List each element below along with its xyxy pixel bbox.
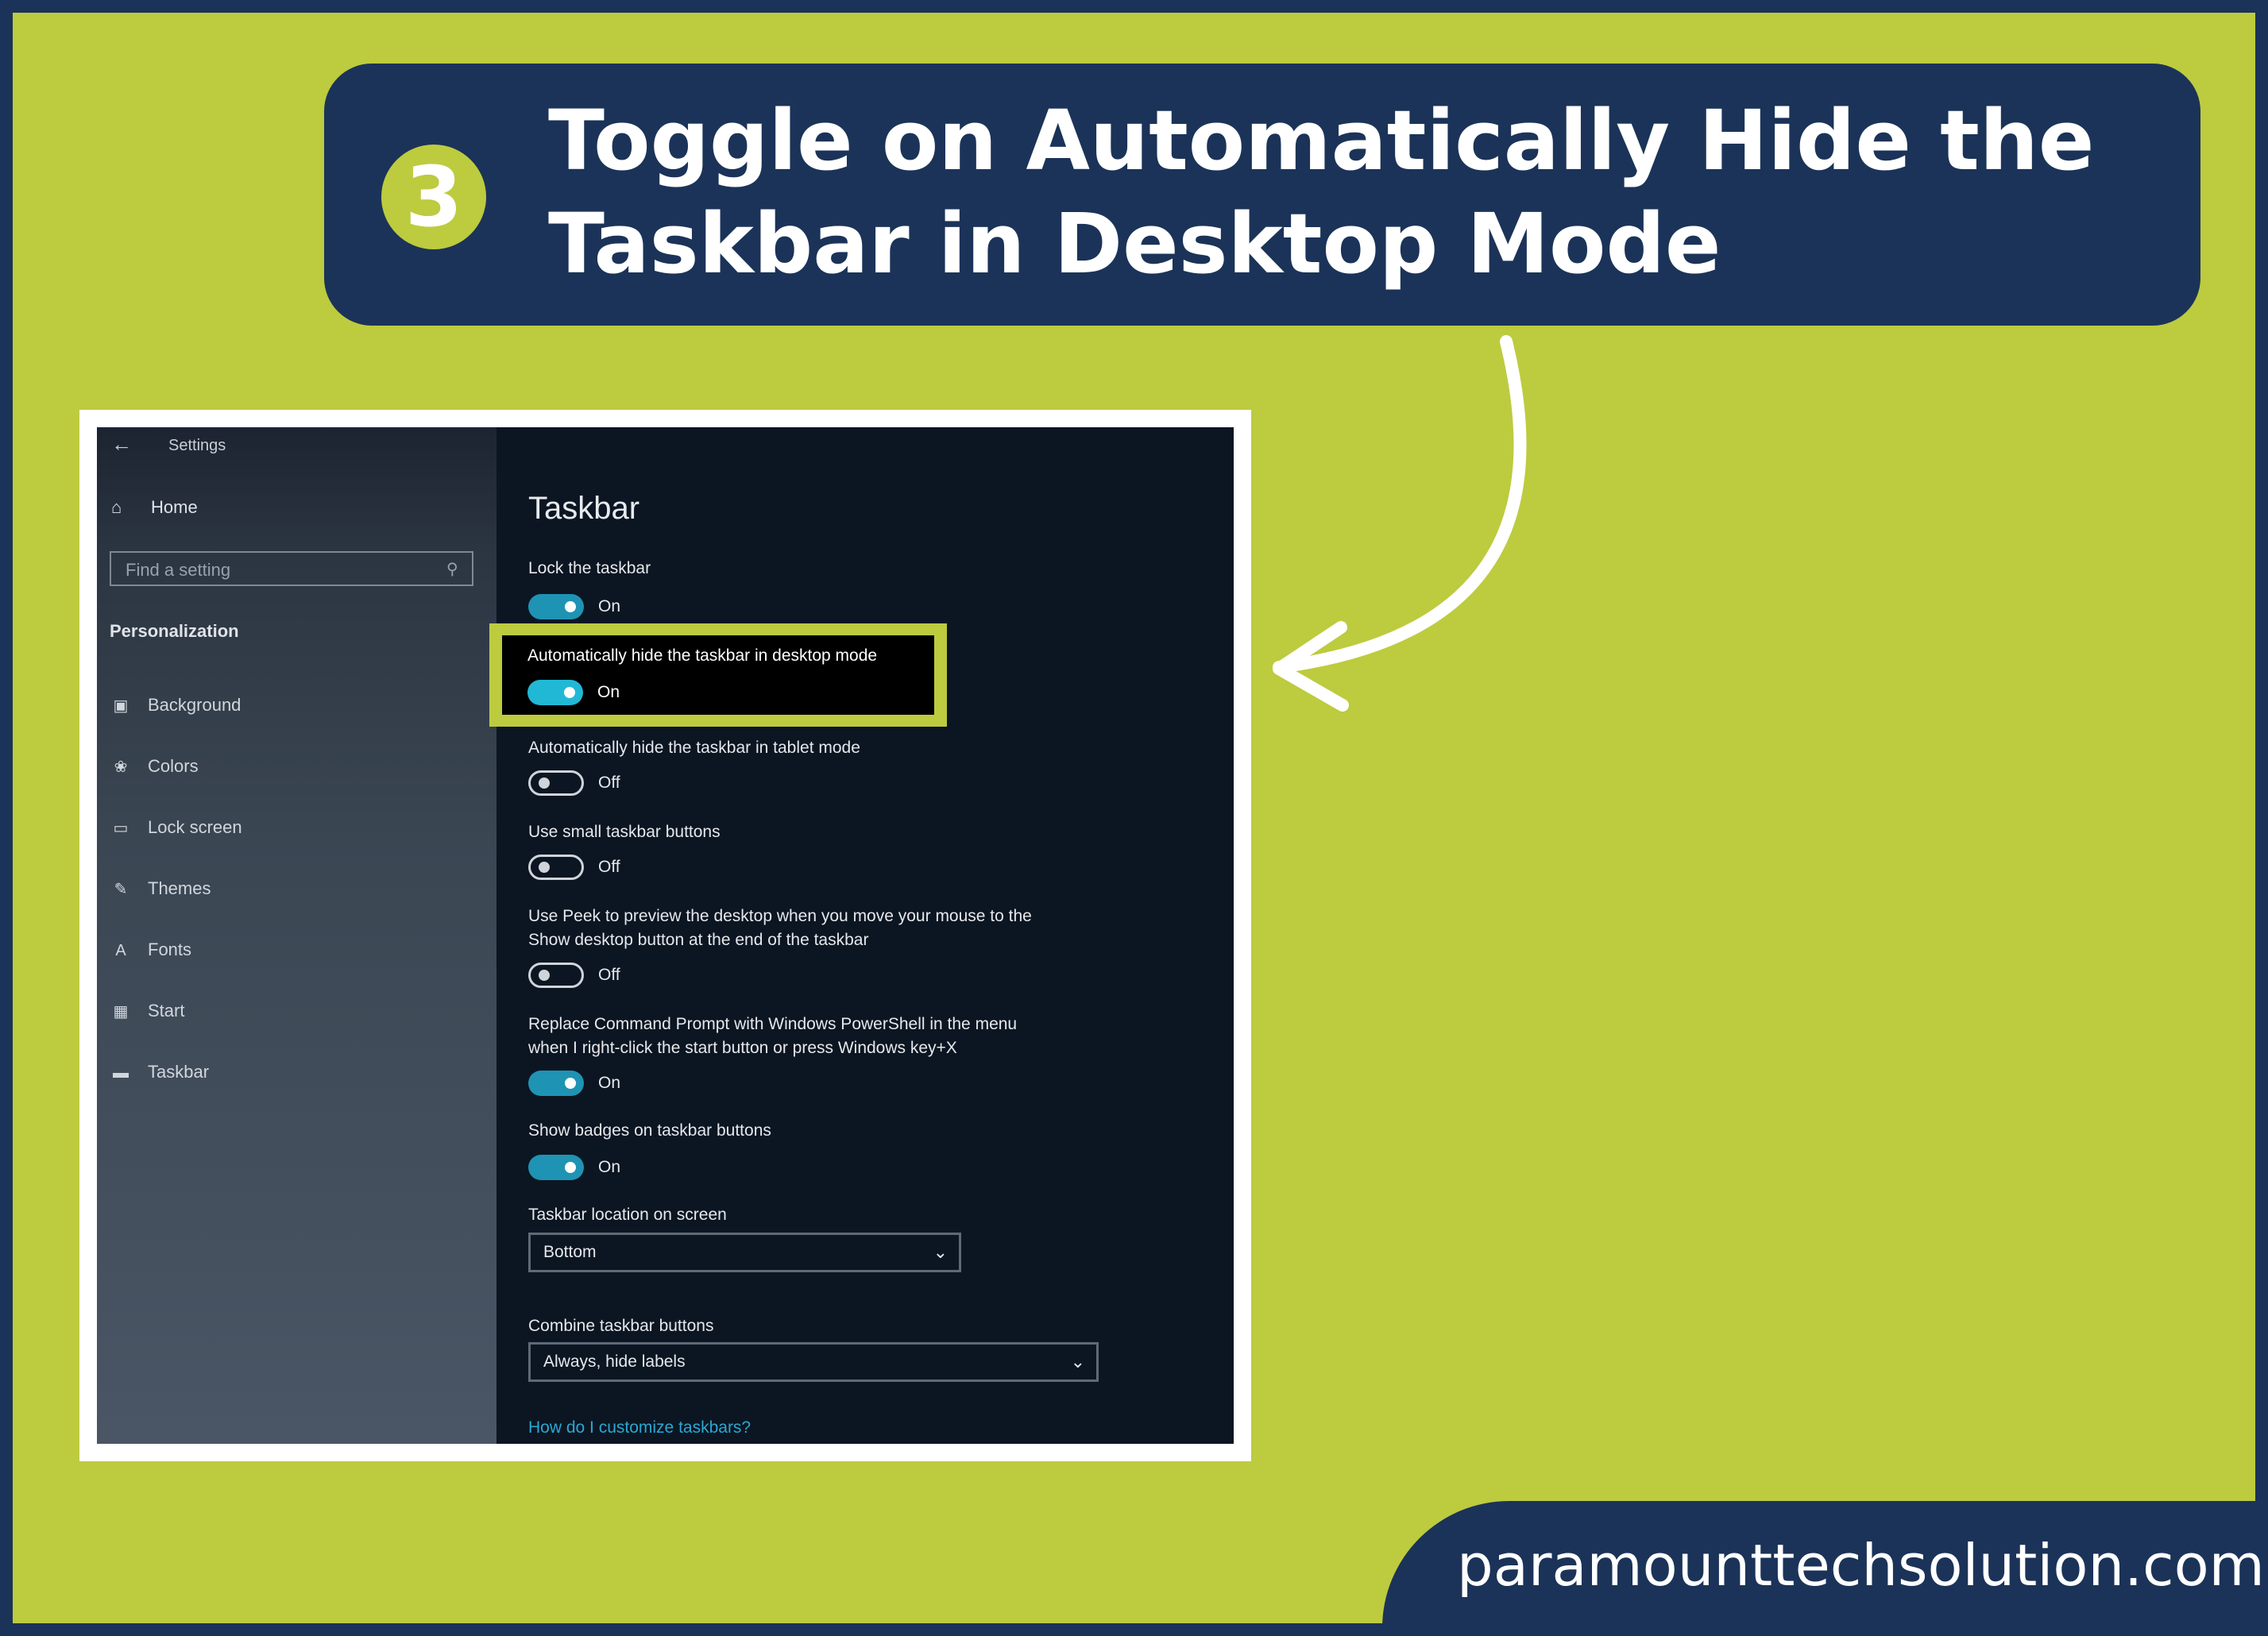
- dropdown-label: Combine taskbar buttons: [528, 1317, 714, 1335]
- start-icon: ▦: [113, 1003, 129, 1021]
- fonts-icon: A: [115, 942, 126, 959]
- option-label: Use Peek to preview the desktop when you…: [528, 907, 1032, 925]
- taskbar-icon: ▬: [113, 1064, 129, 1082]
- option-label: Show badges on taskbar buttons: [528, 1121, 771, 1140]
- toggle-knob: [565, 1162, 576, 1173]
- dropdown-value: Always, hide labels: [543, 1352, 686, 1371]
- sidebar-item-home[interactable]: ⌂ Home: [111, 497, 198, 518]
- toggle-state: On: [598, 1074, 621, 1092]
- powershell-toggle[interactable]: [528, 1071, 584, 1096]
- toggle-knob: [539, 862, 550, 873]
- badges-toggle[interactable]: [528, 1155, 584, 1180]
- toggle-state: Off: [598, 858, 620, 876]
- settings-page-title: Taskbar: [528, 491, 640, 526]
- sidebar-item-taskbar[interactable]: ▬ Taskbar: [110, 1056, 209, 1088]
- sidebar-item-start[interactable]: ▦ Start: [110, 995, 185, 1027]
- brush-icon: ✎: [114, 881, 128, 898]
- chevron-down-icon: ⌄: [933, 1242, 948, 1262]
- sidebar-item-label: Start: [148, 1001, 185, 1021]
- site-url: paramounttechsolution.com: [1457, 1532, 2265, 1599]
- step-number-badge: 3: [381, 145, 486, 249]
- taskbar-location-dropdown[interactable]: Bottom ⌄: [528, 1233, 961, 1272]
- search-icon[interactable]: ⚲: [446, 559, 458, 579]
- sidebar-item-label: Fonts: [148, 940, 192, 959]
- option-label: Automatically hide the taskbar in tablet…: [528, 739, 860, 757]
- home-label: Home: [151, 497, 198, 517]
- sidebar-item-themes[interactable]: ✎ Themes: [110, 873, 211, 905]
- picture-icon: ▣: [113, 697, 129, 715]
- sidebar-item-label: Taskbar: [148, 1062, 210, 1082]
- dropdown-value: Bottom: [543, 1243, 597, 1261]
- toggle-state: On: [597, 683, 620, 701]
- settings-content: Taskbar Lock the taskbar On Automaticall…: [496, 427, 1234, 1444]
- option-label: Use small taskbar buttons: [528, 823, 721, 841]
- sidebar-item-colors[interactable]: ❀ Colors: [110, 750, 199, 782]
- option-label-line2: Show desktop button at the end of the ta…: [528, 931, 869, 949]
- combine-buttons-dropdown[interactable]: Always, hide labels ⌄: [528, 1342, 1099, 1382]
- toggle-state: Off: [598, 966, 620, 984]
- toggle-state: Off: [598, 774, 620, 792]
- toggle-knob: [565, 601, 576, 612]
- sidebar-item-label: Themes: [148, 878, 211, 898]
- back-arrow-icon[interactable]: ←: [111, 432, 132, 457]
- dropdown-label: Taskbar location on screen: [528, 1206, 727, 1224]
- option-label-line2: when I right-click the start button or p…: [528, 1039, 957, 1057]
- search-input[interactable]: Find a setting: [110, 551, 473, 586]
- chevron-down-icon: ⌄: [1070, 1352, 1085, 1372]
- sidebar-item-label: Colors: [148, 756, 199, 776]
- option-label: Replace Command Prompt with Windows Powe…: [528, 1015, 1018, 1033]
- curved-arrow-icon: [1273, 335, 1527, 712]
- lock-screen-icon: ▭: [113, 820, 129, 837]
- highlighted-option: Automatically hide the taskbar in deskto…: [502, 635, 934, 715]
- small-buttons-toggle[interactable]: [528, 855, 584, 880]
- help-link[interactable]: How do I customize taskbars?: [528, 1418, 751, 1437]
- toggle-state: On: [598, 1158, 621, 1176]
- sidebar-item-background[interactable]: ▣ Background: [110, 689, 241, 721]
- settings-window: ← Settings ⌂ Home Find a setting ⚲ Person…: [97, 427, 1234, 1444]
- hide-desktop-toggle[interactable]: [527, 680, 583, 705]
- sidebar-item-label: Background: [148, 695, 241, 715]
- section-heading: Personalization: [110, 621, 239, 641]
- sidebar-item-label: Lock screen: [148, 817, 242, 837]
- window-title: Settings: [168, 437, 226, 454]
- hide-tablet-toggle[interactable]: [528, 770, 584, 796]
- page-title: Toggle on Automatically Hide the Taskbar…: [548, 92, 2095, 292]
- toggle-knob: [539, 970, 550, 981]
- settings-sidebar: ← Settings ⌂ Home Find a setting ⚲ Person…: [97, 427, 496, 1444]
- option-label: Lock the taskbar: [528, 559, 651, 577]
- sidebar-item-lock-screen[interactable]: ▭ Lock screen: [110, 812, 242, 843]
- peek-toggle[interactable]: [528, 963, 584, 988]
- sidebar-item-fonts[interactable]: A Fonts: [110, 934, 191, 966]
- lock-taskbar-toggle[interactable]: [528, 594, 584, 619]
- home-icon: ⌂: [111, 497, 122, 517]
- toggle-knob: [565, 1078, 576, 1089]
- palette-icon: ❀: [114, 758, 128, 776]
- toggle-knob: [564, 687, 575, 698]
- toggle-state: On: [598, 597, 621, 615]
- option-label: Automatically hide the taskbar in deskto…: [527, 646, 878, 665]
- toggle-knob: [539, 777, 550, 789]
